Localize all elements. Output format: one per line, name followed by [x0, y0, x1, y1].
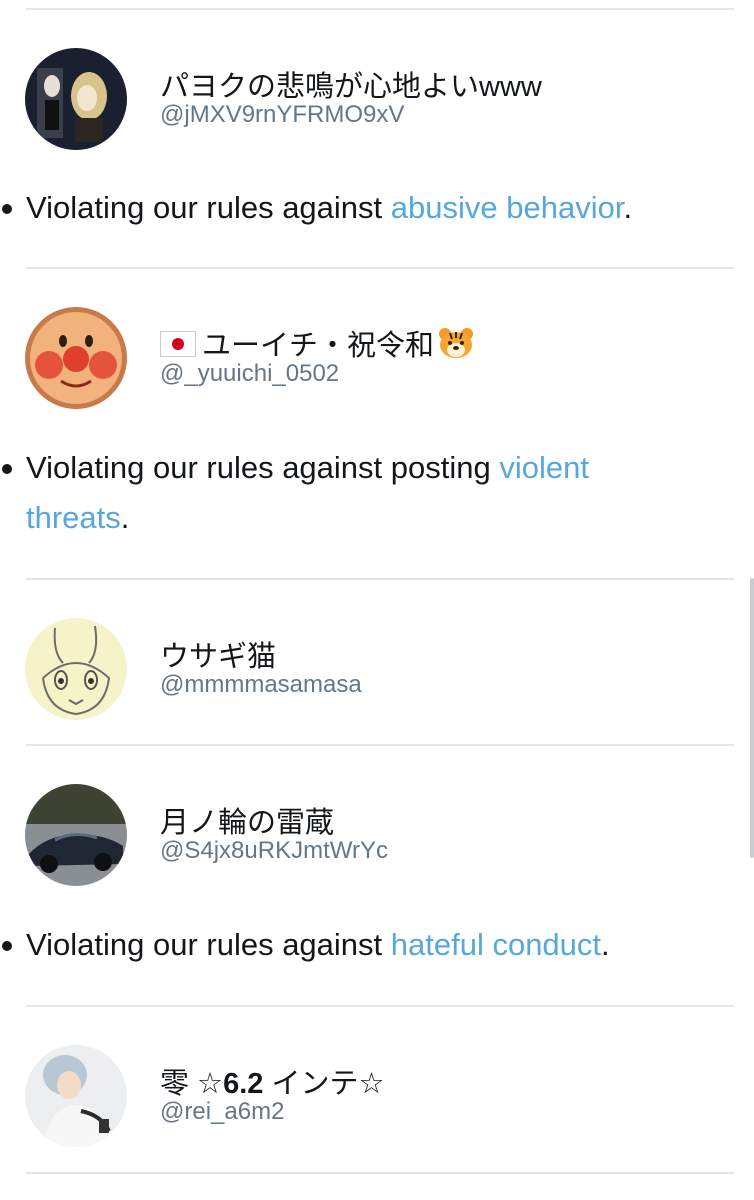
divider	[26, 267, 734, 269]
tiger-icon	[434, 328, 474, 362]
bullet	[2, 941, 12, 951]
rule-link[interactable]: hateful conduct	[391, 927, 601, 962]
japan-flag-icon	[160, 331, 196, 357]
handle: @_yuuichi_0502	[160, 360, 340, 387]
handle: @rei_a6m2	[160, 1098, 285, 1125]
handle: @jMXV9rnYFRMO9xV	[160, 101, 405, 128]
handle: @S4jx8uRKJmtWrYc	[160, 837, 388, 864]
display-name-suffix: インテ☆	[263, 1068, 385, 1100]
display-name-bold: 6.2	[223, 1068, 264, 1100]
rule-link[interactable]: abusive behavior	[391, 190, 624, 225]
violation-reason: Violating our rules against posting viol…	[2, 443, 696, 543]
divider	[26, 578, 734, 580]
display-name: ウサギ猫	[160, 641, 277, 673]
account-row[interactable]: 月ノ輪の雷蔵 @S4jx8uRKJmtWrYc	[0, 781, 754, 891]
display-name: パヨクの悲鳴が心地よいwww	[160, 71, 542, 103]
divider	[26, 1172, 734, 1174]
account-row[interactable]: パヨクの悲鳴が心地よいwww @jMXV9rnYFRMO9xV	[0, 45, 754, 155]
handle: @mmmmasamasa	[160, 671, 362, 698]
reason-text: Violating our rules against	[26, 927, 391, 962]
violation-reason: Violating our rules against abusive beha…	[2, 183, 696, 233]
display-name-text: ユーイチ・祝令和	[202, 330, 435, 362]
avatar[interactable]	[25, 784, 127, 886]
reason-text: Violating our rules against	[26, 190, 391, 225]
reason-suffix: .	[601, 927, 610, 962]
reason-text: Violating our rules against posting	[26, 450, 500, 485]
avatar[interactable]	[25, 48, 127, 150]
reason-suffix: .	[120, 500, 130, 535]
account-row[interactable]: ユーイチ・祝令和 @_yuuichi_0502	[0, 304, 754, 414]
bullet	[2, 204, 12, 214]
display-name: 零 ☆6.2 インテ☆	[160, 1060, 384, 1102]
avatar[interactable]	[25, 1045, 127, 1147]
account-row[interactable]: 零 ☆6.2 インテ☆ @rei_a6m2	[0, 1042, 754, 1152]
display-name: ユーイチ・祝令和	[160, 322, 474, 364]
divider	[26, 744, 734, 746]
divider	[26, 1005, 734, 1007]
divider	[26, 8, 734, 10]
avatar[interactable]	[25, 307, 127, 409]
scrollbar[interactable]	[750, 578, 754, 858]
reason-suffix: .	[623, 190, 633, 225]
bullet	[2, 464, 12, 474]
display-name: 月ノ輪の雷蔵	[160, 807, 335, 839]
violation-reason: Violating our rules against hateful cond…	[2, 920, 696, 970]
avatar[interactable]	[25, 618, 127, 720]
display-name-text: 零 ☆	[160, 1068, 224, 1100]
account-row[interactable]: ウサギ猫 @mmmmasamasa	[0, 615, 754, 725]
